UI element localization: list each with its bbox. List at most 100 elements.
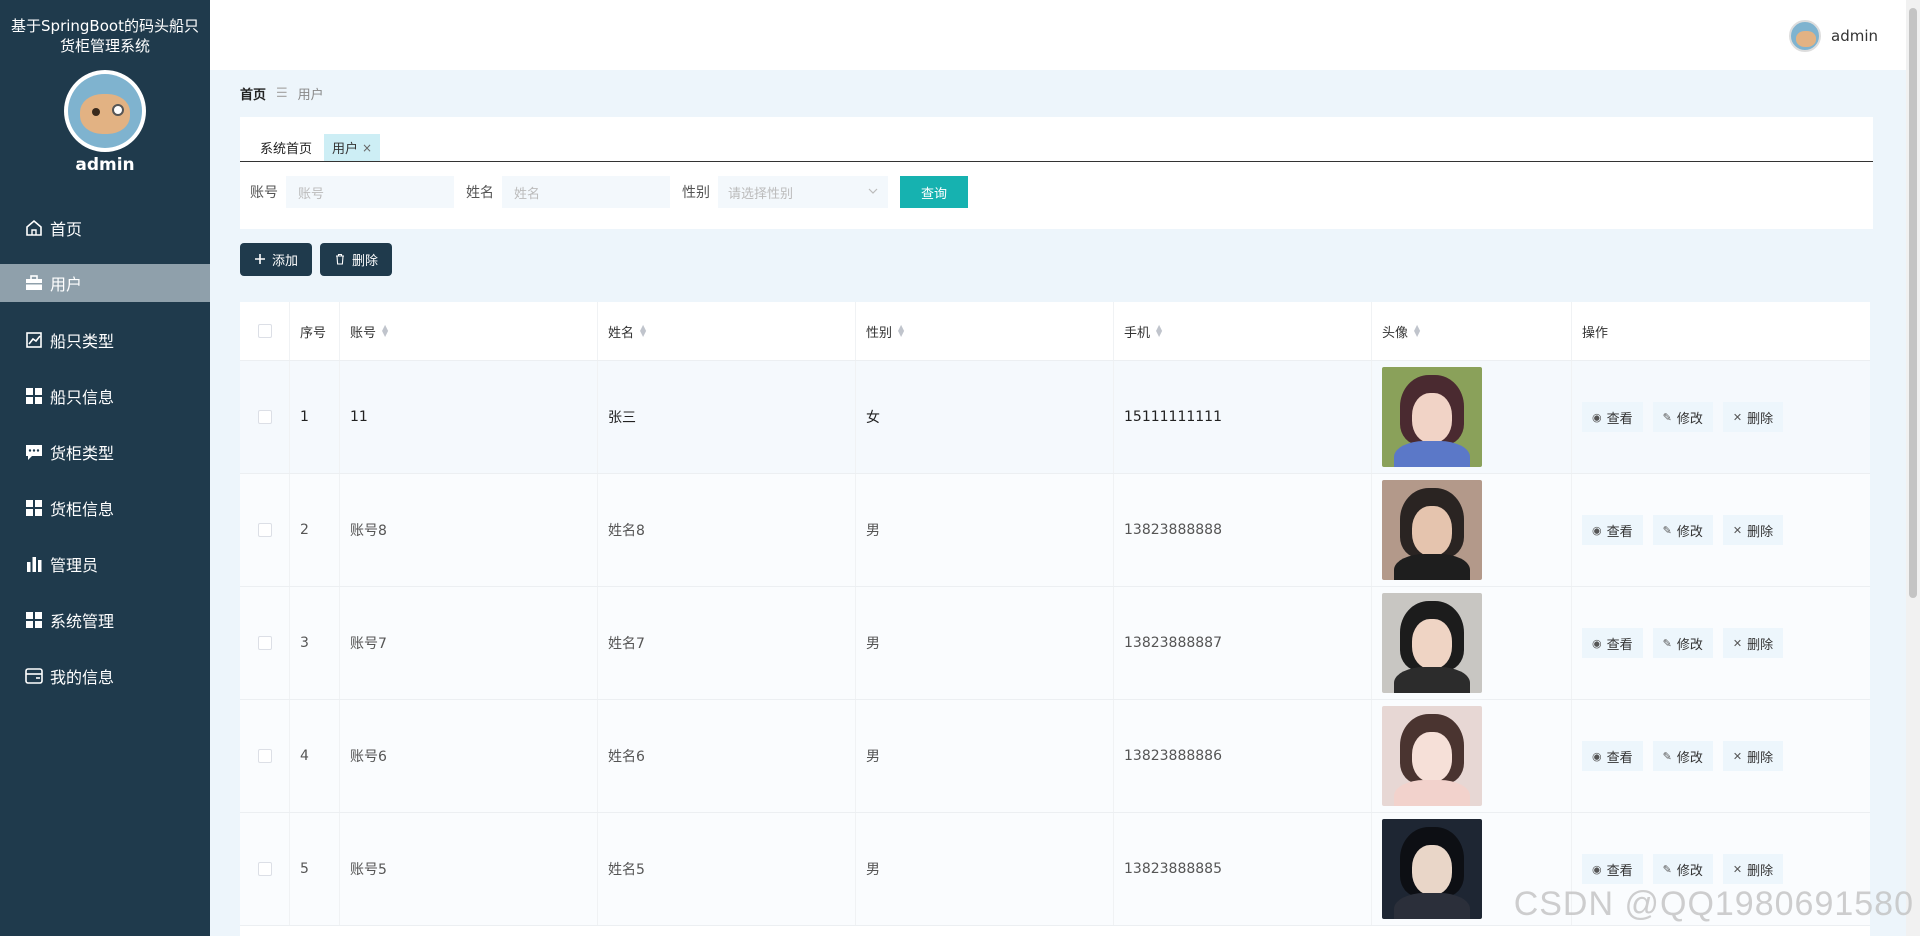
gender-select[interactable]: 请选择性别 (718, 176, 888, 208)
tab-users[interactable]: 用户 × (324, 134, 380, 161)
cell-index: 4 (290, 700, 340, 812)
delete-row-button[interactable]: ✕删除 (1723, 628, 1783, 658)
edit-icon: ✎ (1663, 411, 1672, 424)
header-account[interactable]: 账号▲▼ (340, 302, 598, 360)
close-icon: ✕ (1733, 637, 1742, 650)
name-label: 姓名 (466, 182, 494, 202)
cell-index: 2 (290, 474, 340, 586)
account-placeholder: 账号 (298, 183, 324, 202)
name-input[interactable]: 姓名 (502, 176, 670, 208)
account-label: 账号 (250, 182, 278, 202)
header-phone[interactable]: 手机▲▼ (1114, 302, 1372, 360)
top-bar: admin (210, 0, 1920, 70)
delete-row-button[interactable]: ✕删除 (1723, 741, 1783, 771)
view-button[interactable]: ◉查看 (1582, 628, 1643, 658)
edit-button[interactable]: ✎修改 (1653, 854, 1713, 884)
sidebar-item-ship-info[interactable]: 船只信息 (0, 368, 210, 424)
sidebar-item-admin[interactable]: 管理员 (0, 536, 210, 592)
cell-index: 5 (290, 813, 340, 925)
sidebar-item-my-info[interactable]: 我的信息 (0, 648, 210, 704)
eye-icon: ◉ (1592, 524, 1602, 537)
sort-icon[interactable]: ▲▼ (1414, 325, 1420, 337)
header-avatar[interactable]: 头像▲▼ (1372, 302, 1572, 360)
cell-account: 11 (340, 361, 598, 473)
scrollbar-thumb[interactable] (1909, 8, 1917, 598)
bar-chart-icon (24, 554, 44, 574)
edit-button[interactable]: ✎修改 (1653, 741, 1713, 771)
delete-row-button[interactable]: ✕删除 (1723, 515, 1783, 545)
sidebar-item-label: 用户 (50, 271, 82, 295)
sidebar-item-container-info[interactable]: 货柜信息 (0, 480, 210, 536)
view-button[interactable]: ◉ 查看 (1582, 515, 1643, 545)
sort-icon[interactable]: ▲▼ (382, 325, 388, 337)
row-checkbox[interactable] (258, 523, 272, 537)
edit-label: 修改 (1677, 634, 1703, 653)
header-gender[interactable]: 性别▲▼ (856, 302, 1114, 360)
filter-panel: 系统首页 用户 × 账号 账号 姓名 姓名 性别 请选择性别 查询 (240, 117, 1873, 229)
cell-gender: 男 (856, 813, 1114, 925)
edit-button[interactable]: ✎修改 (1653, 515, 1713, 545)
trash-icon (334, 251, 346, 269)
edit-button[interactable]: ✎修改 (1653, 402, 1713, 432)
user-avatar-image[interactable] (1382, 367, 1482, 467)
user-avatar-image[interactable] (1382, 593, 1482, 693)
cell-gender: 男 (856, 700, 1114, 812)
edit-icon: ✎ (1663, 637, 1672, 650)
page-scrollbar[interactable] (1906, 0, 1920, 936)
sidebar-item-container-type[interactable]: 货柜类型 (0, 424, 210, 480)
plus-icon (254, 251, 266, 269)
sidebar-item-home[interactable]: 首页 (0, 200, 210, 256)
row-checkbox[interactable] (258, 749, 272, 763)
cell-name: 姓名6 (598, 700, 856, 812)
chat-icon (24, 442, 44, 462)
table-row: 1 11 张三 女 15111111111 ◉查看 ✎修改 ✕删除 (240, 361, 1870, 474)
view-label: 查看 (1607, 521, 1633, 540)
delete-row-button[interactable]: ✕删除 (1723, 854, 1783, 884)
sidebar-item-ship-type[interactable]: 船只类型 (0, 312, 210, 368)
select-all-checkbox[interactable] (258, 324, 272, 338)
row-checkbox[interactable] (258, 636, 272, 650)
close-icon: ✕ (1733, 411, 1742, 424)
row-checkbox[interactable] (258, 862, 272, 876)
edit-button[interactable]: ✎ 修改 (1653, 628, 1713, 658)
sidebar-item-label: 管理员 (50, 552, 98, 576)
user-avatar-image[interactable] (1382, 706, 1482, 806)
header-user-menu[interactable]: admin (1789, 20, 1878, 52)
chart-icon (24, 330, 44, 350)
query-button[interactable]: 查询 (900, 176, 968, 208)
user-avatar-image[interactable] (1382, 480, 1482, 580)
eye-icon: ◉ (1592, 863, 1602, 876)
breadcrumb-separator-icon: ☰ (276, 86, 288, 101)
delete-row-button[interactable]: ✕删除 (1723, 402, 1783, 432)
tab-label: 系统首页 (260, 138, 312, 157)
sidebar-item-system[interactable]: 系统管理 (0, 592, 210, 648)
main-content: 首页 ☰ 用户 系统首页 用户 × 账号 账号 姓名 姓名 性别 请选择性别 (210, 70, 1906, 936)
row-select-cell (240, 813, 290, 925)
cell-gender: 女 (856, 361, 1114, 473)
sort-icon[interactable]: ▲▼ (898, 325, 904, 337)
user-avatar-image[interactable] (1382, 819, 1482, 919)
cell-name: 张三 (598, 361, 856, 473)
action-toolbar: 添加 删除 (240, 243, 400, 276)
cell-gender: 男 (856, 474, 1114, 586)
chevron-down-icon (868, 185, 878, 200)
view-button[interactable]: ◉查看 (1582, 402, 1643, 432)
delete-button[interactable]: 删除 (320, 243, 392, 276)
row-checkbox[interactable] (258, 410, 272, 424)
sidebar-item-label: 船只信息 (50, 384, 114, 408)
cell-account: 账号8 (340, 474, 598, 586)
delete-label: 删除 (1747, 747, 1773, 766)
tab-system-home[interactable]: 系统首页 (252, 134, 320, 161)
breadcrumb-home[interactable]: 首页 (240, 84, 266, 103)
sort-icon[interactable]: ▲▼ (640, 325, 646, 337)
view-button[interactable]: ◉查看 (1582, 854, 1643, 884)
sort-icon[interactable]: ▲▼ (1156, 325, 1162, 337)
system-title: 基于SpringBoot的码头船只货柜管理系统 (0, 16, 210, 56)
sidebar-item-users[interactable]: 用户 (0, 264, 210, 302)
close-icon[interactable]: × (362, 141, 372, 155)
cell-index: 1 (290, 361, 340, 473)
header-name[interactable]: 姓名▲▼ (598, 302, 856, 360)
view-button[interactable]: ◉查看 (1582, 741, 1643, 771)
add-button[interactable]: 添加 (240, 243, 312, 276)
account-input[interactable]: 账号 (286, 176, 454, 208)
